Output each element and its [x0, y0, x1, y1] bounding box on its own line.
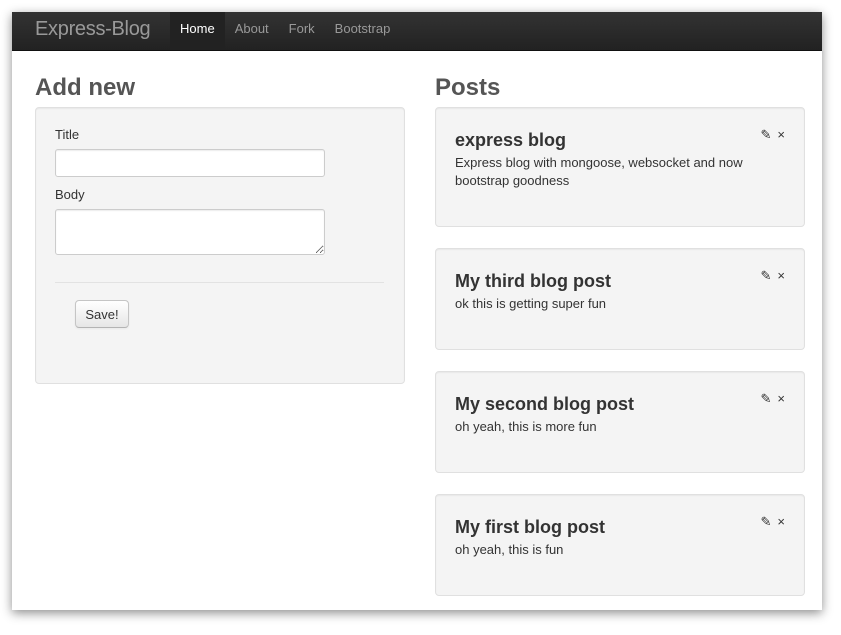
nav-item-about[interactable]: About	[225, 12, 279, 50]
title-label: Title	[55, 127, 80, 142]
post-title: express blog	[455, 130, 567, 150]
post-body: ok this is getting super fun	[455, 296, 607, 311]
add-new-form: Title Body Save!	[35, 107, 405, 384]
post-actions: ✎ ×	[761, 514, 786, 530]
form-divider	[55, 282, 384, 283]
edit-pencil-icon[interactable]: ✎	[761, 514, 772, 530]
delete-x-icon[interactable]: ×	[777, 127, 785, 143]
body-textarea[interactable]	[55, 209, 325, 255]
post-card: My first blog post oh yeah, this is fun …	[435, 494, 805, 596]
post-title: My third blog post	[455, 271, 611, 291]
post-actions: ✎ ×	[761, 127, 786, 143]
post-title: My second blog post	[455, 394, 635, 414]
browser-page: Express-Blog Home About Fork Bootstrap A…	[12, 12, 822, 610]
edit-pencil-icon[interactable]: ✎	[761, 268, 772, 284]
body-label: Body	[55, 187, 85, 202]
navbar: Express-Blog Home About Fork Bootstrap	[12, 12, 822, 51]
post-actions: ✎ ×	[761, 268, 786, 284]
delete-x-icon[interactable]: ×	[777, 391, 785, 407]
post-title: My first blog post	[455, 517, 605, 537]
post-actions: ✎ ×	[761, 391, 786, 407]
post-body: Express blog with mongoose, websocket an…	[455, 155, 743, 188]
delete-x-icon[interactable]: ×	[777, 268, 785, 284]
post-body: oh yeah, this is more fun	[455, 419, 597, 434]
post-card: express blog Express blog with mongoose,…	[435, 107, 805, 227]
post-card: My second blog post oh yeah, this is mor…	[435, 371, 805, 473]
post-card: My third blog post ok this is getting su…	[435, 248, 805, 350]
save-button[interactable]: Save!	[75, 300, 129, 328]
title-input[interactable]	[55, 149, 325, 177]
post-body: oh yeah, this is fun	[455, 542, 564, 557]
edit-pencil-icon[interactable]: ✎	[761, 391, 772, 407]
delete-x-icon[interactable]: ×	[777, 514, 785, 530]
add-new-heading: Add new	[35, 74, 135, 101]
edit-pencil-icon[interactable]: ✎	[761, 127, 772, 143]
nav-item-bootstrap[interactable]: Bootstrap	[325, 12, 401, 50]
nav-item-home[interactable]: Home	[170, 12, 225, 50]
posts-heading: Posts	[435, 74, 501, 101]
nav-item-fork[interactable]: Fork	[279, 12, 325, 50]
nav-menu: Home About Fork Bootstrap	[170, 12, 400, 50]
brand-link[interactable]: Express-Blog	[35, 18, 151, 41]
